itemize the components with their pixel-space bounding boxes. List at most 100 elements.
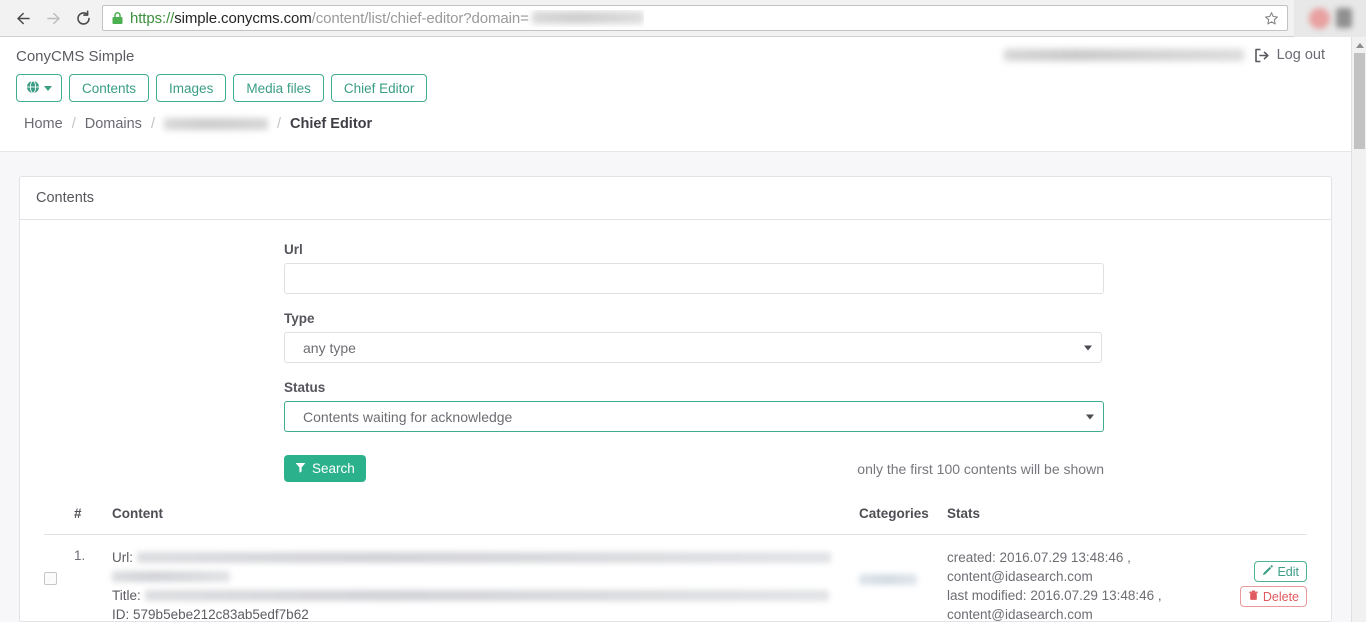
contents-table-body: 1. Url: Title: ID: 579b5ebe212c83ab5edf7…	[44, 535, 1307, 622]
row-categories-cell	[859, 535, 947, 622]
nav-images-label: Images	[169, 80, 214, 96]
nav-chief-editor-label: Chief Editor	[343, 80, 415, 96]
header-right: Log out	[1003, 47, 1325, 63]
scrollbar-up-arrow[interactable]	[1352, 37, 1366, 53]
delete-button[interactable]: Delete	[1239, 586, 1307, 607]
row-url-value-redacted[interactable]	[136, 552, 831, 563]
table-row: 1. Url: Title: ID: 579b5ebe212c83ab5edf7…	[44, 535, 1307, 622]
back-arrow-icon[interactable]	[8, 3, 38, 33]
nav-contents-label: Contents	[82, 80, 137, 96]
breadcrumb-separator: /	[150, 116, 155, 132]
row-modified-value: 2016.07.29 13:48:46 ,	[1030, 588, 1162, 603]
contents-table-wrap: # Content Categories Stats 1. Url: Title…	[20, 506, 1331, 622]
page-scrollbar[interactable]	[1351, 37, 1366, 622]
search-button[interactable]: Search	[284, 455, 366, 482]
row-title-value-redacted	[144, 590, 829, 601]
search-row: Search only the first 100 contents will …	[284, 455, 1104, 482]
type-select[interactable]: any type	[284, 332, 1102, 363]
th-index: #	[74, 506, 112, 535]
nav-chief-editor[interactable]: Chief Editor	[330, 74, 428, 102]
row-select-cell	[44, 535, 74, 622]
reload-icon[interactable]	[68, 3, 98, 33]
url-redacted-domain	[531, 10, 644, 24]
row-id-line: ID: 579b5ebe212c83ab5edf7b62	[112, 605, 859, 622]
url-scheme: https://	[130, 9, 175, 27]
current-user-email-redacted	[1003, 49, 1244, 61]
breadcrumb-domains[interactable]: Domains	[85, 116, 142, 132]
row-index: 1.	[74, 548, 86, 563]
pencil-icon	[1262, 564, 1274, 579]
filter-icon	[295, 461, 306, 476]
page-viewport: ConyCMS Simple Log out Contents Images M…	[0, 37, 1366, 622]
site-header: ConyCMS Simple Log out Contents Images M…	[0, 37, 1351, 152]
row-id-value: 579b5ebe212c83ab5edf7b62	[133, 607, 309, 622]
result-limit-hint: only the first 100 contents will be show…	[857, 460, 1104, 477]
row-stats-cell: created: 2016.07.29 13:48:46 , content@i…	[947, 535, 1207, 622]
contents-table: # Content Categories Stats 1. Url: Title…	[44, 506, 1307, 622]
url-host: simple.conycms.com	[174, 9, 312, 27]
main-nav: Contents Images Media files Chief Editor	[16, 74, 428, 102]
url-input[interactable]	[284, 263, 1104, 294]
row-actions: Edit Delete	[1207, 548, 1307, 607]
browser-nav-buttons	[0, 3, 98, 33]
status-field-label: Status	[284, 380, 326, 395]
avatar[interactable]	[1308, 7, 1330, 29]
content-area: Contents Url Type any type Status Conten…	[0, 152, 1351, 622]
chevron-down-icon	[1084, 345, 1092, 350]
panel-title: Contents	[20, 177, 1331, 220]
nav-media-files[interactable]: Media files	[233, 74, 324, 102]
browser-menu-icon[interactable]	[1335, 8, 1352, 28]
forward-arrow-icon[interactable]	[38, 3, 68, 33]
type-field-label: Type	[284, 311, 315, 326]
scrollbar-thumb[interactable]	[1354, 53, 1365, 149]
row-modified-label: last modified:	[947, 588, 1027, 603]
nav-media-files-label: Media files	[246, 80, 311, 96]
breadcrumb-domain-redacted[interactable]	[163, 118, 268, 130]
status-select[interactable]: Contents waiting for acknowledge	[284, 401, 1104, 432]
th-content: Content	[112, 506, 859, 535]
nav-images[interactable]: Images	[156, 74, 227, 102]
nav-contents[interactable]: Contents	[69, 74, 150, 102]
url-field-label: Url	[284, 242, 303, 257]
row-created-value: 2016.07.29 13:48:46 ,	[999, 550, 1131, 565]
table-header-row: # Content Categories Stats	[44, 506, 1307, 535]
type-select-value: any type	[303, 339, 356, 356]
globe-icon	[26, 80, 40, 97]
row-url-line: Url:	[112, 548, 859, 567]
contents-panel: Contents Url Type any type Status Conten…	[19, 176, 1332, 622]
edit-button-label: Edit	[1277, 564, 1299, 579]
row-url-label: Url:	[112, 550, 133, 565]
logout-link[interactable]: Log out	[1254, 47, 1325, 63]
edit-button[interactable]: Edit	[1254, 561, 1307, 582]
status-select-value: Contents waiting for acknowledge	[303, 408, 513, 425]
breadcrumb: Home / Domains / / Chief Editor	[24, 116, 372, 132]
row-url-line-2	[112, 567, 859, 586]
th-actions	[1207, 506, 1307, 535]
breadcrumb-current: Chief Editor	[290, 116, 373, 132]
delete-button-label: Delete	[1262, 589, 1299, 604]
address-bar[interactable]: https://simple.conycms.com/content/list/…	[102, 5, 1288, 31]
row-modified-author: content@idasearch.com	[947, 607, 1093, 622]
sign-out-icon	[1254, 48, 1270, 63]
row-title-label: Title:	[112, 588, 141, 603]
logout-label: Log out	[1276, 47, 1325, 63]
row-checkbox[interactable]	[44, 572, 57, 585]
row-actions-cell: Edit Delete	[1207, 535, 1307, 622]
browser-toolbar-right	[1294, 0, 1366, 37]
row-created-author: content@idasearch.com	[947, 569, 1093, 584]
page-root: ConyCMS Simple Log out Contents Images M…	[0, 37, 1351, 622]
row-url-value-redacted-wrap[interactable]	[112, 571, 230, 582]
domain-selector-button[interactable]	[16, 74, 62, 102]
row-category-redacted	[859, 574, 917, 585]
breadcrumb-home[interactable]: Home	[24, 116, 63, 132]
bookmark-star-icon[interactable]	[1259, 6, 1283, 30]
search-button-label: Search	[312, 461, 355, 476]
chevron-up-icon	[1355, 42, 1364, 48]
contents-table-head: # Content Categories Stats	[44, 506, 1307, 535]
breadcrumb-separator: /	[71, 116, 76, 132]
chevron-down-icon	[1086, 414, 1094, 419]
row-modified-line: last modified: 2016.07.29 13:48:46 ,	[947, 586, 1207, 605]
trash-icon	[1248, 590, 1259, 604]
th-stats: Stats	[947, 506, 1207, 535]
chevron-down-icon	[44, 85, 52, 91]
